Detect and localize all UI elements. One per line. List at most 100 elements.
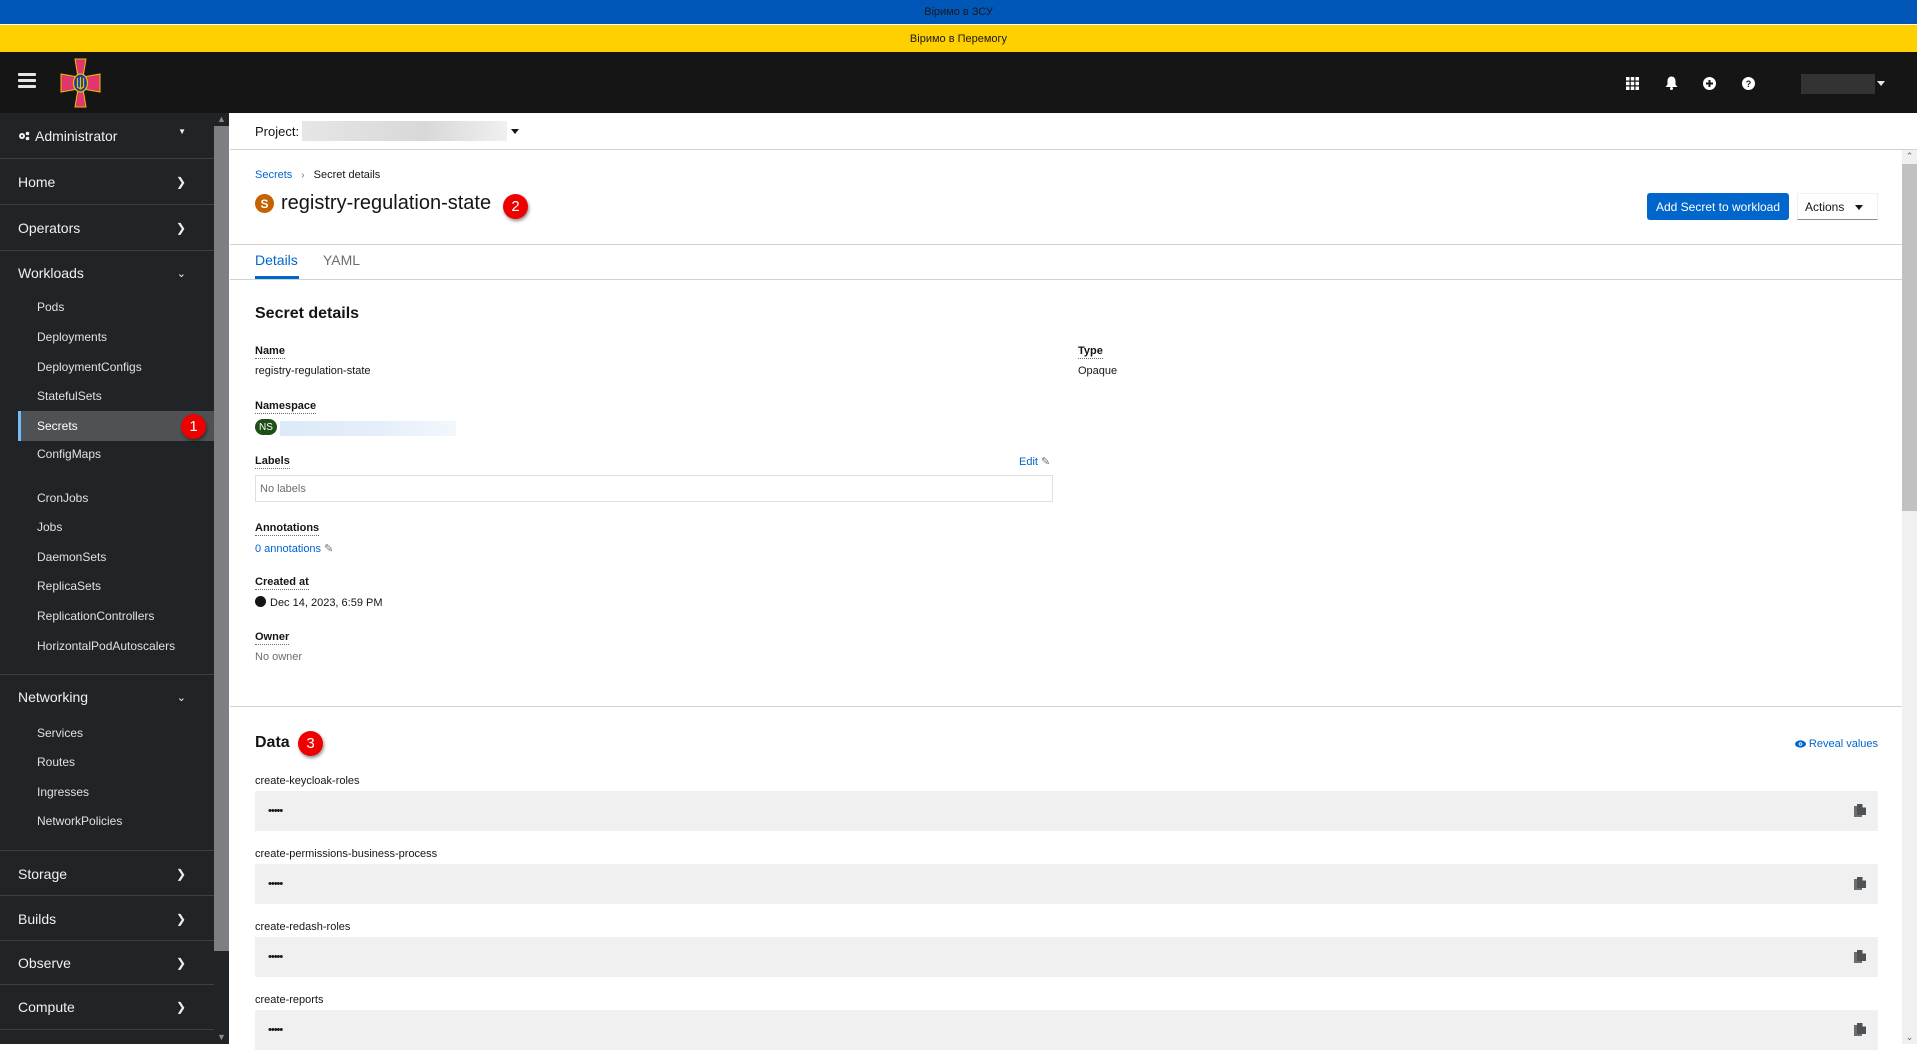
breadcrumb-link-secrets[interactable]: Secrets <box>255 169 292 181</box>
nav-item-replicasets[interactable]: ReplicaSets <box>18 572 214 600</box>
pencil-icon[interactable]: ✎ <box>324 543 333 555</box>
nav-item-label: NetworkPolicies <box>37 814 123 828</box>
nav-group-builds[interactable]: Builds ❯ <box>0 896 214 941</box>
main-scrollbar-thumb[interactable] <box>1902 164 1917 511</box>
secret-details-heading: Secret details <box>255 305 360 322</box>
breadcrumb-current: Secret details <box>313 169 381 181</box>
nav-group-label: Workloads <box>18 265 84 281</box>
nav-item-label: Ingresses <box>37 785 90 799</box>
nav-item-deploymentconfigs[interactable]: DeploymentConfigs <box>18 353 214 381</box>
nav-item-label: Pods <box>37 300 65 314</box>
copy-icon[interactable] <box>1854 1023 1866 1036</box>
hamburger-menu-button[interactable] <box>18 73 36 89</box>
nav-group-label: Storage <box>18 865 68 882</box>
nav-group-label: Networking <box>18 689 89 705</box>
notifications-icon[interactable] <box>1661 73 1681 93</box>
nav-item-label: ReplicationControllers <box>37 609 155 623</box>
nav-item-routes[interactable]: Routes <box>18 748 214 776</box>
nav-item-label: Services <box>37 726 84 740</box>
created-at-value: Dec 14, 2023, 6:59 PM <box>270 597 383 609</box>
perspective-switcher[interactable]: Administrator ▼ <box>0 113 214 158</box>
globe-icon <box>255 596 266 607</box>
nav-group-label: Builds <box>18 910 57 927</box>
data-key: create-redash-roles <box>255 921 351 933</box>
annotations-link[interactable]: 0 annotations <box>255 543 321 555</box>
namespace-label: Namespace <box>255 400 317 414</box>
namespace-link[interactable] <box>280 421 456 436</box>
name-label: Name <box>255 345 285 359</box>
project-label: Project: <box>255 124 300 139</box>
nav-group-compute[interactable]: Compute ❯ <box>0 985 214 1029</box>
nav-item-networkpolicies[interactable]: NetworkPolicies <box>18 807 214 835</box>
nav-item-replicationcontrollers[interactable]: ReplicationControllers <box>18 602 214 630</box>
sidebar: Administrator ▼ Home ❯ Operators ❯ Workl… <box>0 113 214 1044</box>
page-title: S registry-regulation-state <box>255 192 491 215</box>
nav-separator <box>0 1029 214 1030</box>
nav-group-label: Operators <box>18 219 81 236</box>
project-selector[interactable] <box>302 121 507 141</box>
logo-icon <box>60 58 101 108</box>
data-value-masked: ••••• <box>268 805 283 817</box>
nav-item-services[interactable]: Services <box>18 719 214 747</box>
chevron-right-icon: ❯ <box>175 956 186 970</box>
nav-item-horizontalpodautoscalers[interactable]: HorizontalPodAutoscalers <box>18 632 214 660</box>
add-secret-to-workload-button[interactable]: Add Secret to workload <box>1647 193 1789 220</box>
owner-label: Owner <box>255 631 290 645</box>
nav-item-pods[interactable]: Pods <box>18 293 214 321</box>
data-value-masked: ••••• <box>268 878 283 890</box>
nav-item-label: DaemonSets <box>37 550 107 564</box>
data-value-masked: ••••• <box>268 951 283 963</box>
reveal-values-button[interactable]: Reveal values <box>1794 738 1878 750</box>
data-value-row: ••••• <box>255 791 1878 831</box>
tab-yaml[interactable]: YAML <box>323 252 360 268</box>
section-divider <box>230 706 1902 707</box>
nav-group-operators[interactable]: Operators ❯ <box>0 205 214 250</box>
sidebar-scrollbar-thumb[interactable] <box>214 126 229 951</box>
nav-item-deployments[interactable]: Deployments <box>18 323 214 351</box>
help-icon[interactable]: ? <box>1738 73 1758 93</box>
scroll-down-icon[interactable]: ⌄ <box>1902 1031 1917 1044</box>
nav-group-observe[interactable]: Observe ❯ <box>0 941 214 985</box>
nav-item-jobs[interactable]: Jobs <box>18 513 214 541</box>
tab-details[interactable]: Details <box>255 252 298 268</box>
nav-group-workloads[interactable]: Workloads ⌄ <box>0 251 214 295</box>
nav-group-networking[interactable]: Networking ⌄ <box>0 675 214 719</box>
nav-item-cronjobs[interactable]: CronJobs <box>18 484 214 512</box>
copy-icon[interactable] <box>1854 950 1866 963</box>
nav-item-configmaps[interactable]: ConfigMaps <box>18 440 214 468</box>
actions-dropdown[interactable]: Actions <box>1797 193 1878 220</box>
nav-item-ingresses[interactable]: Ingresses <box>18 778 214 806</box>
main-scrollbar[interactable]: ⌃ ⌄ <box>1902 150 1917 1044</box>
name-value: registry-regulation-state <box>255 365 371 377</box>
chevron-right-icon: ❯ <box>175 911 186 926</box>
annotation-number: 2 <box>511 198 520 215</box>
sidebar-scrollbar[interactable]: ▲ ▼ <box>214 113 229 1044</box>
annotations-label: Annotations <box>255 522 320 536</box>
copy-icon[interactable] <box>1854 804 1866 817</box>
chevron-down-icon: ⌄ <box>176 267 186 280</box>
nav-item-label: Deployments <box>37 330 108 344</box>
scroll-down-icon[interactable]: ▼ <box>214 1031 229 1044</box>
user-menu[interactable] <box>1801 74 1875 94</box>
scroll-up-icon[interactable]: ⌃ <box>1902 150 1917 163</box>
user-menu-caret-icon[interactable] <box>1877 81 1885 86</box>
add-icon[interactable] <box>1699 73 1719 93</box>
app-launcher-icon[interactable] <box>1622 73 1642 93</box>
chevron-right-icon: ❯ <box>175 220 186 235</box>
edit-labels-button[interactable]: Edit ✎ <box>1019 455 1050 469</box>
copy-icon[interactable] <box>1854 877 1866 890</box>
nav-item-statefulsets[interactable]: StatefulSets <box>18 382 214 410</box>
nav-item-daemonsets[interactable]: DaemonSets <box>18 543 214 571</box>
secret-resource-badge: S <box>255 194 274 213</box>
nav-group-storage[interactable]: Storage ❯ <box>0 851 214 896</box>
caret-down-icon[interactable] <box>511 129 519 134</box>
nav-group-home[interactable]: Home ❯ <box>0 159 214 204</box>
nav-item-label: Secrets <box>37 419 78 433</box>
nav-group-label: Observe <box>18 955 71 971</box>
nav-item-label: StatefulSets <box>37 389 102 403</box>
data-value-row: ••••• <box>255 864 1878 904</box>
data-value-masked: ••••• <box>268 1024 283 1036</box>
scroll-up-icon[interactable]: ▲ <box>214 113 229 126</box>
created-at-label: Created at <box>255 576 309 590</box>
chevron-right-icon: ❯ <box>175 866 186 881</box>
